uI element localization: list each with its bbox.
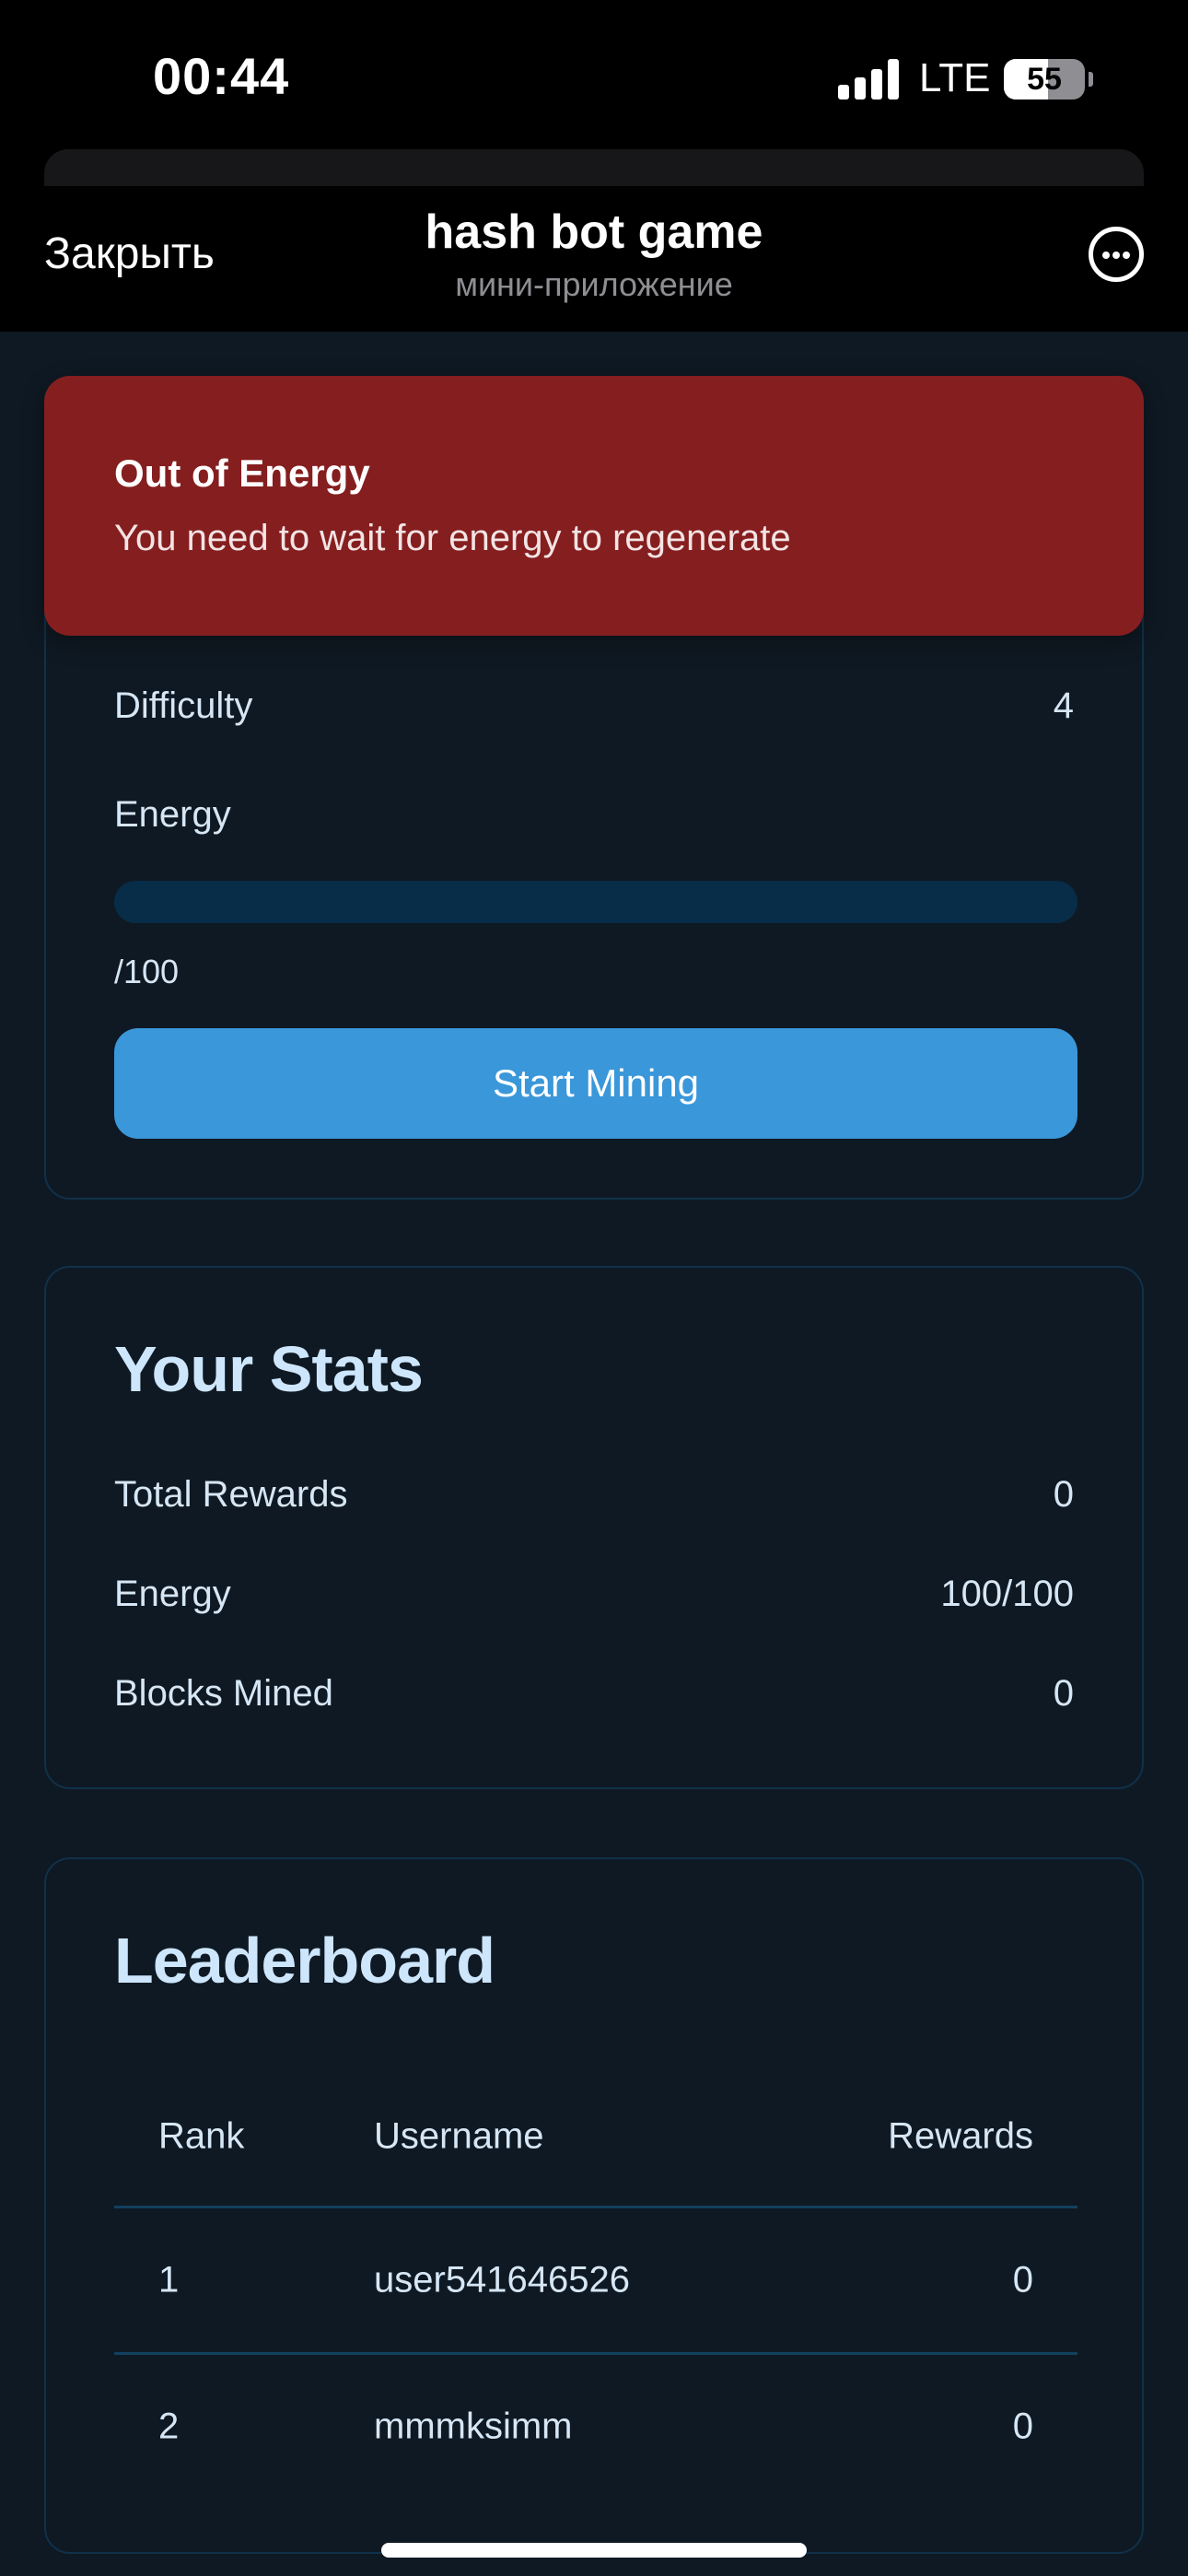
difficulty-row: Difficulty 4	[114, 685, 1074, 727]
mini-app-screen: 00:44 LTE 55 Закрыть hash bot game мини-…	[0, 0, 1188, 2576]
home-indicator	[381, 2543, 807, 2558]
stats-card: Your Stats Total Rewards 0 Energy 100/10…	[44, 1266, 1144, 1789]
out-of-energy-alert: Out of Energy You need to wait for energ…	[44, 376, 1144, 636]
app-title: hash bot game	[425, 205, 763, 259]
more-dot	[1102, 252, 1110, 259]
signal-icon	[838, 59, 899, 100]
app-subtitle: мини-приложение	[455, 265, 733, 303]
energy-count: /100	[114, 953, 180, 990]
username-cell: user541646526	[374, 2259, 631, 2301]
stat-value: 0	[1053, 1673, 1074, 1714]
energy-progress-bar	[114, 881, 1077, 923]
rank-cell: 1	[158, 2259, 180, 2301]
sheet-edge	[44, 149, 1144, 186]
leaderboard-header-row: Rank Username Rewards	[114, 2067, 1077, 2208]
alert-title: Out of Energy	[114, 451, 370, 495]
rewards-cell: 0	[1012, 2406, 1033, 2447]
network-type: LTE	[919, 55, 991, 100]
more-dot	[1112, 252, 1120, 259]
stat-value: 100/100	[940, 1574, 1074, 1614]
status-time: 00:44	[153, 47, 290, 105]
stat-value: 0	[1053, 1474, 1074, 1515]
top-bar: 00:44 LTE 55 Закрыть hash bot game мини-…	[0, 0, 1188, 332]
stat-row: Blocks Mined 0	[114, 1673, 1074, 1715]
stat-row: Energy 100/100	[114, 1574, 1074, 1615]
energy-label: Energy	[114, 794, 231, 835]
more-options-icon[interactable]	[1089, 227, 1144, 282]
battery-percent: 55	[1027, 62, 1062, 97]
stats-title: Your Stats	[114, 1333, 424, 1405]
battery-icon: 55	[1004, 59, 1085, 100]
stat-row: Total Rewards 0	[114, 1474, 1074, 1516]
battery-nub	[1089, 72, 1093, 87]
alert-message: You need to wait for energy to regenerat…	[114, 518, 791, 558]
leaderboard-title: Leaderboard	[114, 1925, 495, 1996]
table-row: 2 mmmksimm 0	[114, 2355, 1077, 2499]
start-mining-button[interactable]: Start Mining	[114, 1028, 1077, 1139]
rewards-cell: 0	[1012, 2259, 1033, 2301]
rank-cell: 2	[158, 2406, 180, 2447]
energy-row: Energy	[114, 794, 1074, 836]
column-header-rewards: Rewards	[888, 2115, 1033, 2157]
stat-label: Energy	[114, 1574, 231, 1614]
username-cell: mmmksimm	[374, 2406, 573, 2447]
more-dot	[1123, 252, 1130, 259]
column-header-rank: Rank	[158, 2115, 245, 2157]
difficulty-label: Difficulty	[114, 685, 253, 726]
column-header-username: Username	[374, 2115, 544, 2157]
stat-label: Total Rewards	[114, 1474, 348, 1515]
difficulty-value: 4	[1053, 685, 1074, 726]
leaderboard-card: Leaderboard Rank Username Rewards 1 user…	[44, 1857, 1144, 2554]
table-row: 1 user541646526 0	[114, 2208, 1077, 2355]
stat-label: Blocks Mined	[114, 1673, 333, 1714]
